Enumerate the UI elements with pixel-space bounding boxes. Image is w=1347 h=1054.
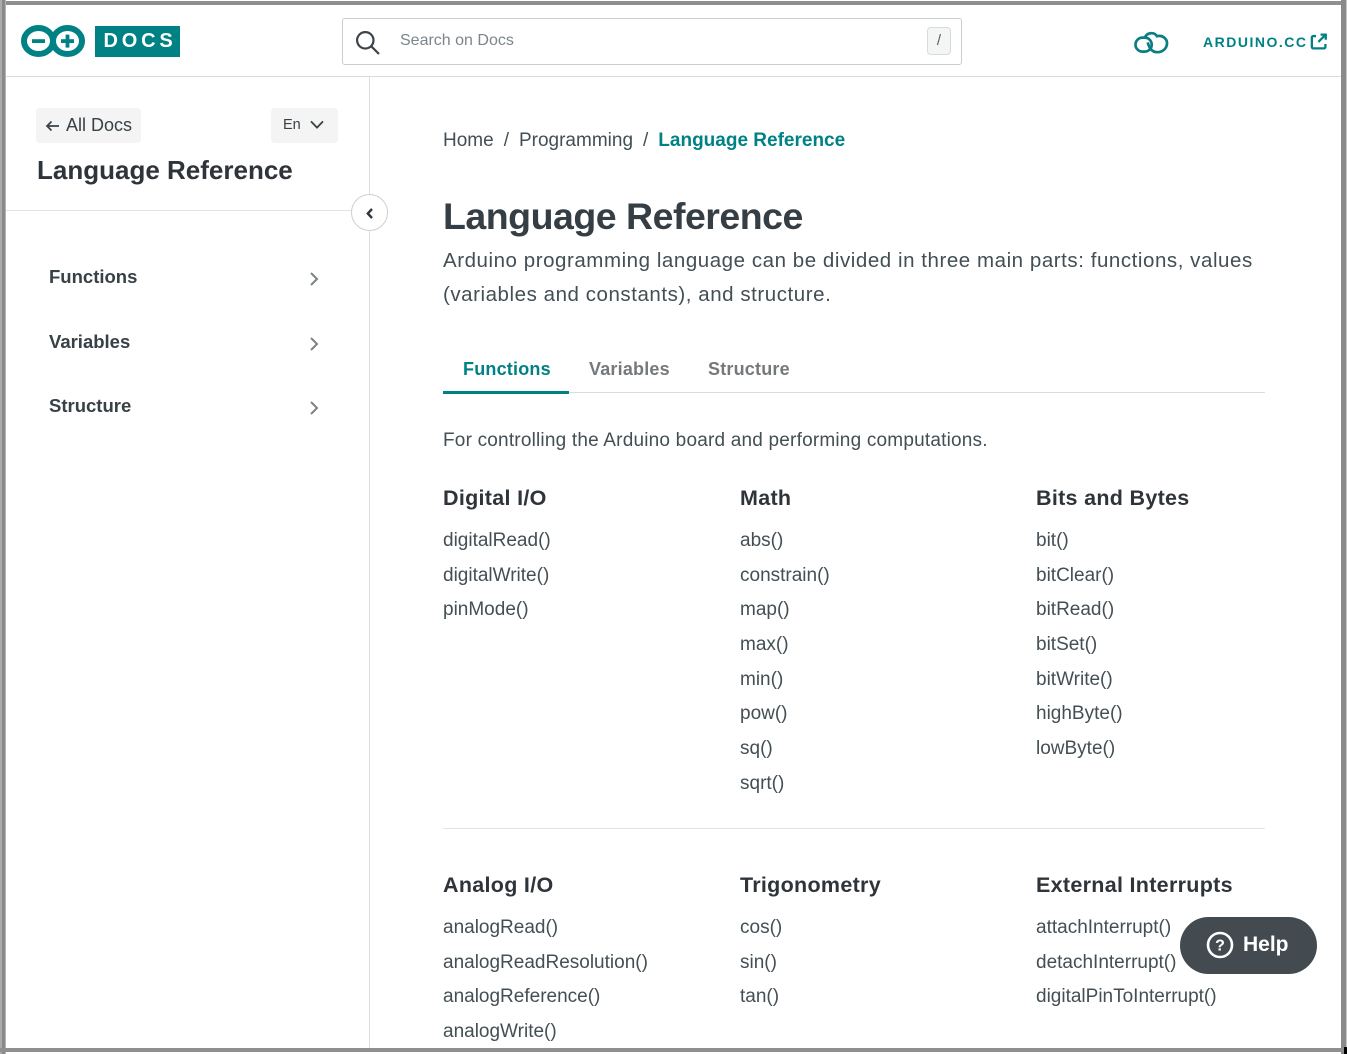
svg-text:?: ? bbox=[1215, 938, 1225, 955]
